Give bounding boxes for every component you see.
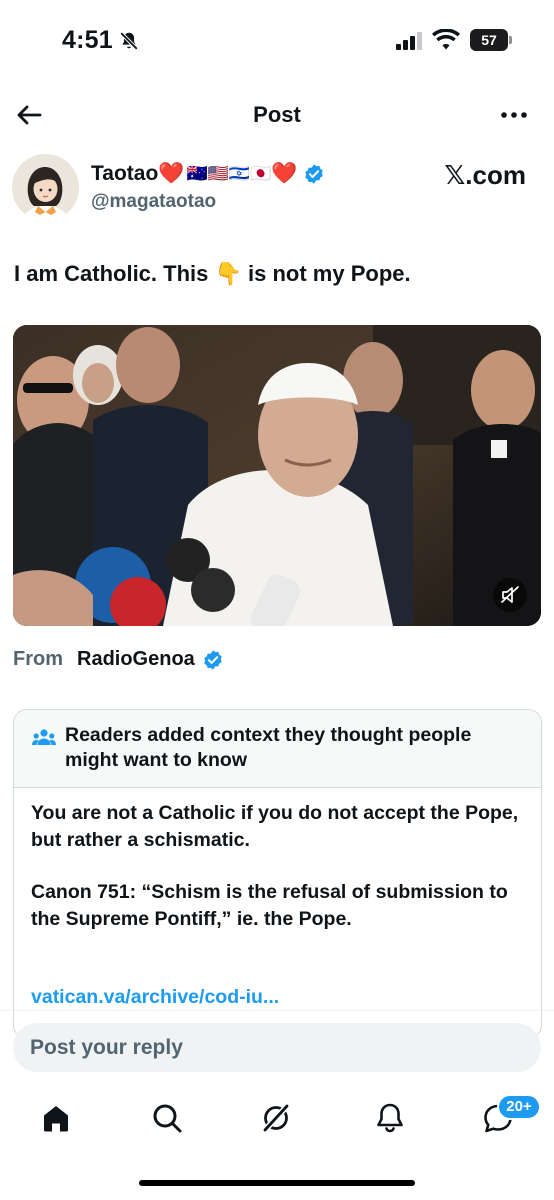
community-note-title: Readers added context they thought peopl… [65, 724, 472, 771]
xcom-watermark: 𝕏.com [444, 160, 526, 190]
video-frame [13, 325, 541, 626]
status-bar: 4:51 57 [0, 0, 554, 80]
messages-badge: 20+ [497, 1094, 541, 1120]
post-text-end: is not my Pope. [248, 261, 411, 286]
reply-box[interactable] [13, 1023, 541, 1072]
flags-emoji: 🇦🇺🇺🇸🇮🇱🇯🇵 [186, 164, 272, 183]
author-handle[interactable]: @magataotao [91, 191, 216, 213]
heart-emoji: ❤️ [271, 162, 298, 185]
people-icon [32, 729, 56, 745]
wifi-icon [432, 29, 460, 50]
community-note-body: You are not a Catholic if you do not acc… [31, 800, 526, 958]
from-label: From [13, 648, 63, 670]
bell-slash-icon [119, 31, 139, 51]
pointing-down-emoji: 👇 [214, 261, 242, 286]
mute-button[interactable] [493, 578, 527, 612]
battery-cap [509, 36, 512, 44]
page-title: Post [253, 102, 301, 127]
community-note-header: Readers added context they thought peopl… [14, 710, 541, 788]
video-attribution: From RadioGenoa [13, 648, 224, 671]
cellular-signal-icon [396, 32, 422, 50]
search-icon[interactable] [149, 1100, 185, 1136]
heart-emoji: ❤️ [158, 162, 185, 185]
source-account-link[interactable]: RadioGenoa [77, 648, 195, 671]
verified-badge-icon [204, 649, 222, 670]
grok-icon[interactable] [258, 1100, 294, 1136]
note-paragraph: Canon 751: “Schism is the refusal of sub… [31, 881, 508, 930]
home-icon[interactable] [38, 1100, 74, 1136]
video-player[interactable] [13, 325, 541, 626]
note-paragraph: You are not a Catholic if you do not acc… [31, 802, 519, 851]
avatar[interactable] [12, 154, 79, 221]
post-text-start: I am Catholic. This [14, 261, 209, 286]
reply-input[interactable] [30, 1023, 520, 1072]
community-note[interactable]: Readers added context they thought peopl… [13, 709, 542, 1039]
divider [0, 1010, 554, 1011]
more-options-icon[interactable] [496, 100, 532, 130]
home-indicator [139, 1180, 415, 1186]
notifications-icon[interactable] [372, 1100, 408, 1136]
mute-icon [501, 586, 519, 603]
status-time: 4:51 [62, 26, 113, 54]
community-note-link[interactable]: vatican.va/archive/cod-iu... [31, 986, 279, 1009]
verified-badge-icon [305, 164, 323, 184]
author-name-row[interactable]: Taotao ❤️ 🇦🇺🇺🇸🇮🇱🇯🇵 ❤️ [91, 160, 325, 188]
post-text: I am Catholic. This 👇 is not my Pope. [14, 261, 411, 287]
battery-indicator: 57 [470, 29, 508, 51]
author-name[interactable]: Taotao [91, 162, 158, 186]
post-header: Post [0, 90, 554, 140]
bottom-nav [0, 1090, 554, 1150]
